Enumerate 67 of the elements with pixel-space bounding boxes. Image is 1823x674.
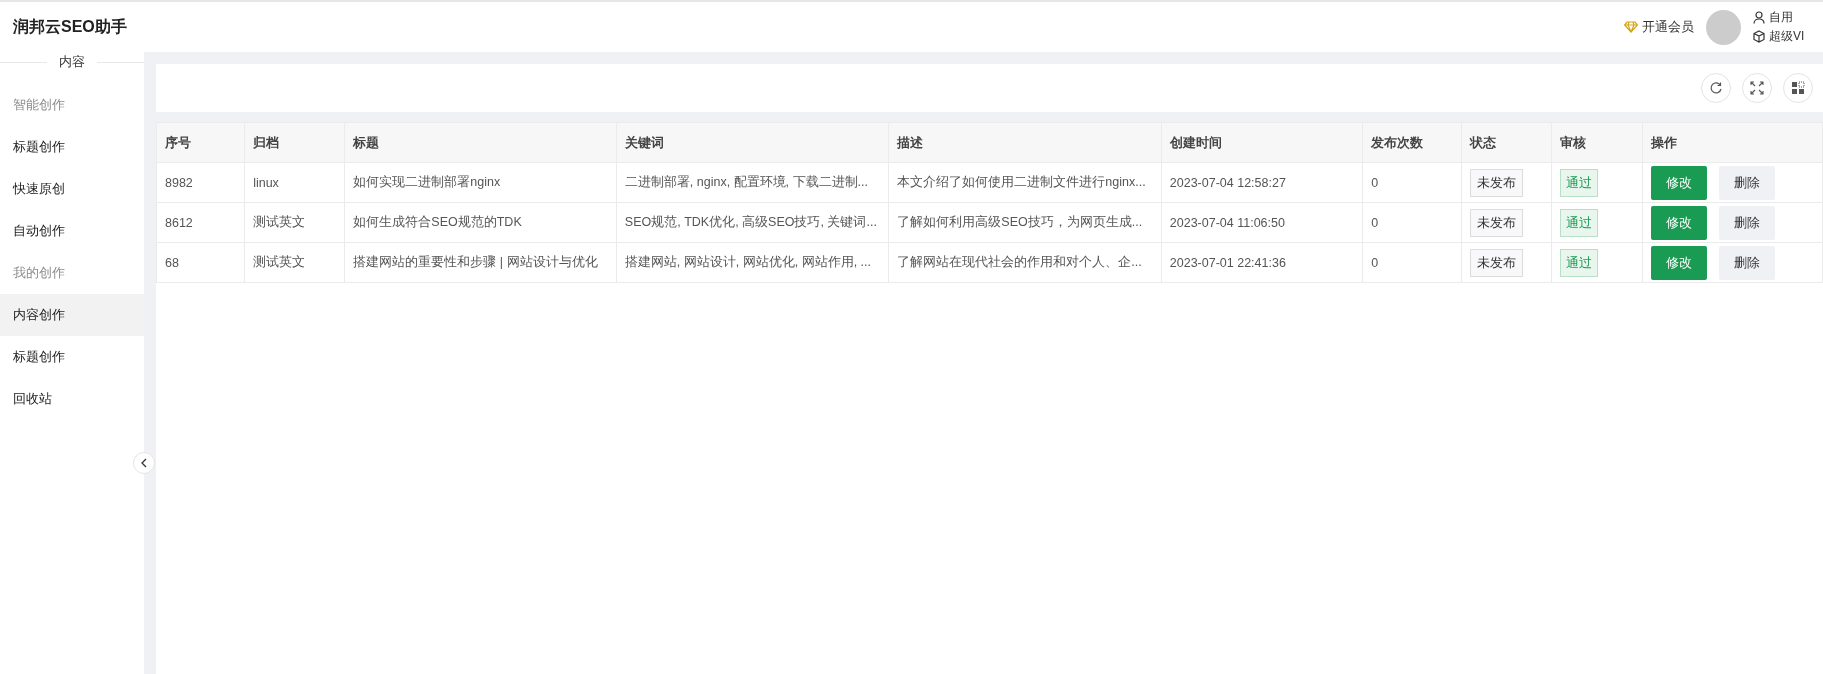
table-cell: 测试英文 [244, 202, 345, 243]
fullscreen-icon [1750, 81, 1764, 95]
sidebar-group-label: 智能创作 [12, 96, 66, 114]
layout-button[interactable] [1783, 73, 1813, 103]
column-header: 发布次数 [1362, 122, 1462, 163]
column-header: 描述 [888, 122, 1162, 163]
table-cell: 了解如何利用高级SEO技巧，为网页生成... [888, 202, 1162, 243]
table-cell: 2023-07-01 22:41:36 [1161, 242, 1363, 283]
sidebar-item[interactable]: 内容创作 [0, 294, 144, 336]
fullscreen-button[interactable] [1742, 73, 1772, 103]
delete-button[interactable]: 删除 [1718, 245, 1775, 280]
delete-button[interactable]: 删除 [1718, 165, 1775, 200]
delete-button[interactable]: 删除 [1718, 205, 1775, 240]
user-level: 超级VI [1769, 28, 1805, 45]
edit-button[interactable]: 修改 [1650, 245, 1707, 280]
collapse-button[interactable] [133, 452, 155, 474]
table-cell: 0 [1362, 242, 1462, 283]
column-header: 关键词 [616, 122, 889, 163]
sidebar-item[interactable]: 标题创作 [0, 336, 144, 378]
table-cell: 0 [1362, 202, 1462, 243]
review-tag: 通过 [1560, 248, 1599, 277]
edit-button[interactable]: 修改 [1650, 165, 1707, 200]
review-tag: 通过 [1560, 168, 1599, 197]
sidebar-item[interactable]: 快速原创 [0, 168, 144, 210]
column-header: 操作 [1642, 122, 1823, 163]
sidebar-item[interactable]: 回收站 [0, 378, 144, 420]
table-cell: SEO规范, TDK优化, 高级SEO技巧, 关键词... [616, 202, 889, 243]
refresh-button[interactable] [1701, 73, 1731, 103]
chevron-left-icon [140, 458, 148, 468]
column-header: 状态 [1461, 122, 1552, 163]
review-tag: 通过 [1560, 208, 1599, 237]
table-cell: 搭建网站, 网站设计, 网站优化, 网站作用, ... [616, 242, 889, 283]
table-cell: 0 [1362, 162, 1462, 203]
table-cell: 如何生成符合SEO规范的TDK [344, 202, 617, 243]
table-cell: 搭建网站的重要性和步骤 | 网站设计与优化 [344, 242, 617, 283]
edit-button[interactable]: 修改 [1650, 205, 1707, 240]
table-cell: 测试英文 [244, 242, 345, 283]
column-header: 审核 [1551, 122, 1643, 163]
column-header: 标题 [344, 122, 617, 163]
table-cell: 了解网站在现代社会的作用和对个人、企... [888, 242, 1162, 283]
app-title: 润邦云SEO助手 [13, 16, 128, 37]
table-cell: 8982 [156, 162, 245, 203]
table-cell: 8612 [156, 202, 245, 243]
table-cell: 68 [156, 242, 245, 283]
table-cell: 二进制部署, nginx, 配置环境, 下载二进制... [616, 162, 889, 203]
sidebar-item[interactable]: 标题创作 [0, 126, 144, 168]
column-header: 归档 [244, 122, 345, 163]
status-tag: 未发布 [1470, 208, 1524, 237]
user-icon [1753, 11, 1765, 24]
grid-icon [1791, 81, 1805, 95]
status-tag: 未发布 [1470, 248, 1524, 277]
sidebar-group-label: 我的创作 [12, 264, 66, 282]
table-cell: 如何实现二进制部署nginx [344, 162, 617, 203]
refresh-icon [1709, 81, 1723, 95]
table-cell: 2023-07-04 11:06:50 [1161, 202, 1363, 243]
column-header: 创建时间 [1161, 122, 1363, 163]
vip-link[interactable]: 开通会员 [1624, 18, 1694, 36]
status-tag: 未发布 [1470, 168, 1524, 197]
sidebar-item[interactable]: 自动创作 [0, 210, 144, 252]
user-name: 自用 [1769, 9, 1793, 26]
table-cell: linux [244, 162, 345, 203]
table-cell: 本文介绍了如何使用二进制文件进行nginx... [888, 162, 1162, 203]
sidebar-heading: 内容 [58, 53, 86, 71]
cube-icon [1753, 30, 1765, 43]
column-header: 序号 [156, 122, 245, 163]
table-cell: 2023-07-04 12:58:27 [1161, 162, 1363, 203]
diamond-icon [1624, 21, 1638, 33]
